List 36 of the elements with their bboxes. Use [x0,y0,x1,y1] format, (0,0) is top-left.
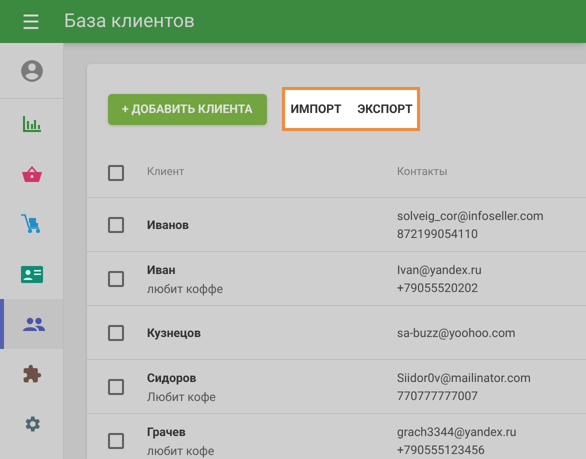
app-title: База клиентов [64,8,195,34]
client-note: любит кофе [147,442,216,459]
import-button[interactable]: ИМПОРТ [290,100,342,118]
client-phone: +790555123456 [397,442,486,458]
client-email: grach3344@yandex.ru [397,424,516,440]
account-icon [18,58,44,84]
id-card-icon [20,266,42,282]
people-icon [22,317,44,331]
client-note: любит коффе [147,280,224,298]
client-note: Любит кофе [147,388,217,406]
client-email: Ivan@yandex.ru [397,262,482,278]
client-name: Грачев [147,424,187,440]
client-name: Кузнецов [147,324,202,342]
export-button[interactable]: ЭКСПОРТ [357,100,413,118]
checkbox[interactable] [108,270,124,286]
client-name: Сидоров [147,370,198,386]
client-name: Иванов [147,216,190,234]
puzzle-icon [22,364,42,384]
client-phone: 872199054110 [397,226,479,242]
column-header: Контакты [397,164,448,180]
checkbox[interactable] [108,324,124,340]
client-phone: 770777777007 [397,388,479,404]
client-email: solveig_cor@infoseller.com [397,208,544,224]
client-email: sa-buzz@yoohoo.com [397,324,516,342]
client-email: Siidor0v@mailinator.com [397,370,531,386]
sidebar-item[interactable] [0,299,63,349]
checkbox[interactable] [108,432,124,448]
checkbox[interactable] [108,216,124,232]
column-header: Клиент [147,164,186,180]
checkbox[interactable] [108,378,124,394]
basket-icon [22,166,42,182]
bar-chart-icon [22,116,40,132]
hand-truck-icon [20,214,42,234]
client-name: Иван [147,262,176,278]
client-phone: +79055520202 [397,280,479,296]
checkbox[interactable] [108,164,124,180]
